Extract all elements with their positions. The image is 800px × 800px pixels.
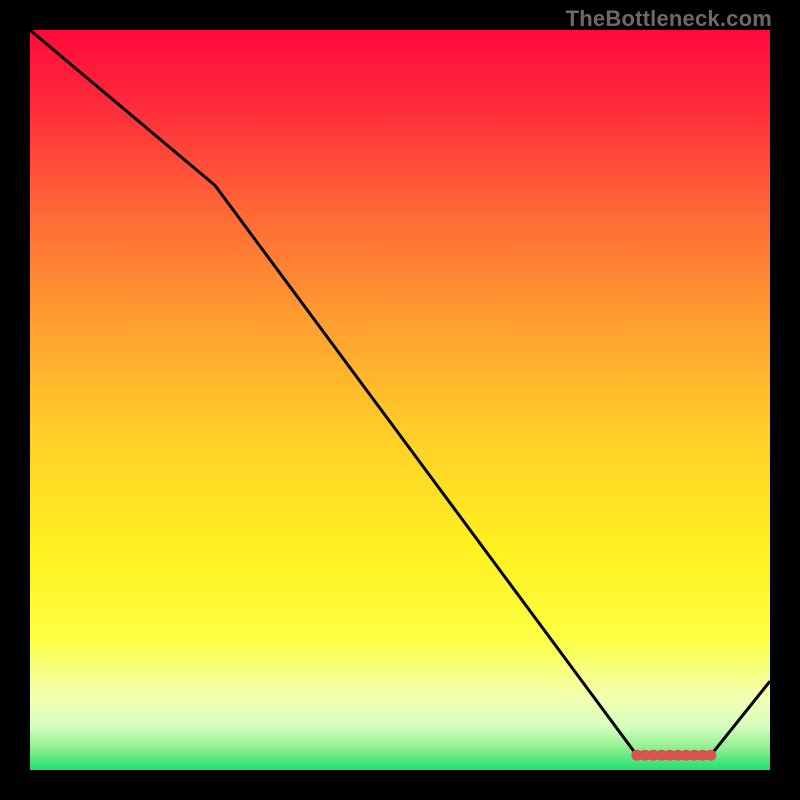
chart-svg	[30, 30, 770, 770]
optimal-marker	[705, 750, 716, 761]
chart-frame: TheBottleneck.com	[0, 0, 800, 800]
plot-area	[30, 30, 770, 770]
watermark-text: TheBottleneck.com	[566, 6, 772, 32]
gradient-background	[30, 30, 770, 770]
